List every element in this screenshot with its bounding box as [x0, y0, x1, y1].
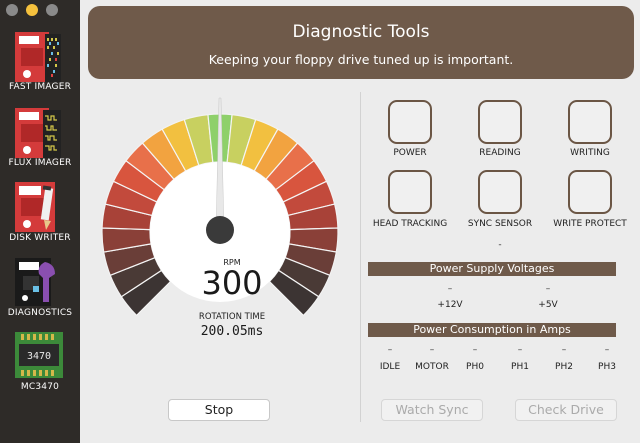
- writing-indicator-label: WRITING: [570, 148, 610, 158]
- sidebar-item-mc3470[interactable]: 3470 MC3470: [0, 328, 80, 396]
- rpm-value: 300: [201, 264, 263, 302]
- sidebar-item-label: DISK WRITER: [9, 233, 71, 243]
- header-banner: Diagnostic Tools Keeping your floppy dri…: [88, 6, 634, 79]
- power-supply-voltages-header: Power Supply Voltages: [368, 262, 616, 276]
- ph3-label: PH3: [598, 362, 616, 372]
- reading-indicator: [478, 100, 522, 144]
- voltage-5v-value: –: [545, 284, 551, 294]
- check-drive-button[interactable]: Check Drive: [515, 399, 617, 421]
- sidebar-item-flux-imager[interactable]: FLUX IMAGER: [0, 104, 80, 172]
- chip-icon: 3470: [15, 332, 63, 378]
- ph0-value: –: [472, 345, 478, 355]
- page-subtitle: Keeping your floppy drive tuned up is im…: [208, 52, 514, 67]
- stop-button[interactable]: Stop: [168, 399, 270, 421]
- motor-value: –: [429, 345, 435, 355]
- gauge-hub: [206, 216, 234, 244]
- write-protect-indicator: [568, 170, 612, 214]
- head-tracking-indicator: [388, 170, 432, 214]
- rotation-time-value: 200.05ms: [200, 324, 264, 339]
- fast-imager-icon: [15, 32, 61, 82]
- minimize-window-button[interactable]: [26, 4, 38, 16]
- voltage-5v-label: +5V: [538, 300, 558, 310]
- disk-writer-icon: [15, 182, 55, 232]
- watch-sync-button[interactable]: Watch Sync: [381, 399, 483, 421]
- writing-indicator: [568, 100, 612, 144]
- main-panel: Diagnostic Tools Keeping your floppy dri…: [80, 0, 640, 443]
- motor-label: MOTOR: [415, 362, 449, 372]
- ph3-value: –: [604, 345, 610, 355]
- ph1-value: –: [517, 345, 523, 355]
- ph2-label: PH2: [555, 362, 573, 372]
- sync-sensor-indicator: [478, 170, 522, 214]
- sidebar-item-fast-imager[interactable]: FAST IMAGER: [0, 28, 80, 96]
- sidebar-item-diagnostics[interactable]: DIAGNOSTICS: [0, 254, 80, 322]
- idle-value: –: [387, 345, 393, 355]
- voltage-12v-label: +12V: [437, 300, 463, 310]
- sidebar-item-label: FLUX IMAGER: [8, 158, 72, 168]
- sidebar: FAST IMAGER FLUX IMAGER DISK WRITER DIAG…: [0, 0, 80, 443]
- power-indicator: [388, 100, 432, 144]
- sidebar-item-label: DIAGNOSTICS: [7, 308, 73, 318]
- power-consumption-header: Power Consumption in Amps: [368, 323, 616, 337]
- diagnostics-icon: [15, 258, 55, 306]
- zoom-window-button[interactable]: [46, 4, 58, 16]
- write-protect-indicator-label: WRITE PROTECT: [553, 219, 627, 229]
- page-title: Diagnostic Tools: [292, 22, 430, 42]
- chip-text: 3470: [27, 351, 51, 362]
- sidebar-item-label: FAST IMAGER: [8, 82, 72, 92]
- sidebar-item-disk-writer[interactable]: DISK WRITER: [0, 178, 80, 246]
- rotation-time-label: ROTATION TIME: [198, 312, 266, 322]
- ph1-label: PH1: [511, 362, 529, 372]
- sidebar-item-label: MC3470: [20, 382, 60, 392]
- voltage-12v-value: –: [447, 284, 453, 294]
- flux-imager-icon: [15, 108, 61, 158]
- ph2-value: –: [561, 345, 567, 355]
- ph0-label: PH0: [466, 362, 484, 372]
- close-window-button[interactable]: [6, 4, 18, 16]
- panel-divider: [360, 92, 361, 422]
- idle-label: IDLE: [379, 362, 401, 372]
- sync-sensor-value: -: [498, 240, 502, 250]
